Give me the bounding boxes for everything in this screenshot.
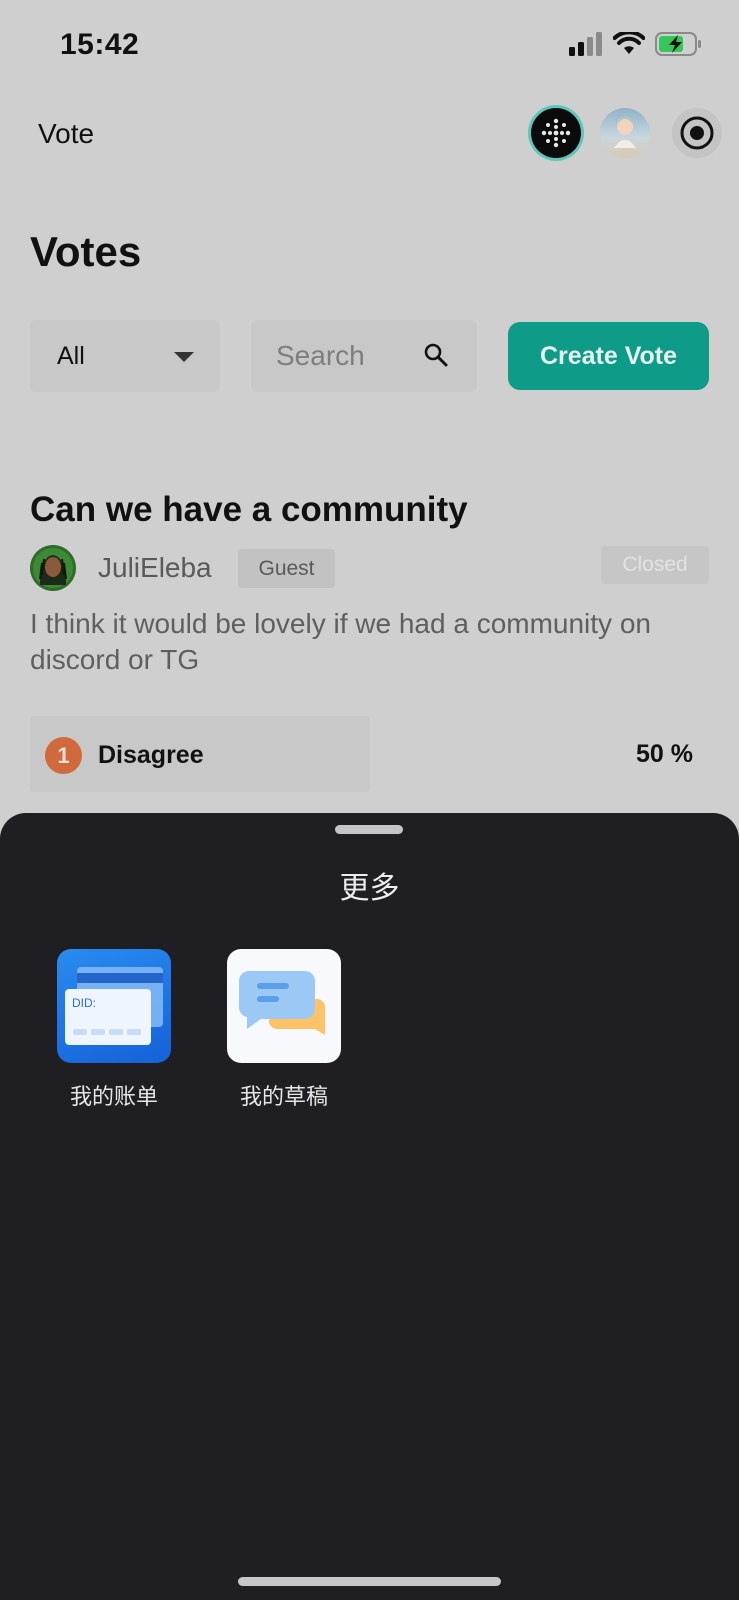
option-index-badge: 1 (45, 737, 82, 774)
app-logo-button[interactable] (531, 108, 581, 158)
role-badge: Guest (238, 549, 335, 588)
filter-selected-value: All (57, 342, 85, 370)
search-icon[interactable] (423, 342, 449, 368)
create-vote-button[interactable]: Create Vote (508, 322, 709, 390)
status-time: 15:42 (60, 28, 140, 61)
status-bar: 15:42 (0, 0, 739, 92)
page-title: Votes (30, 228, 142, 275)
top-nav: Vote (0, 100, 739, 170)
battery-charging-icon (655, 32, 701, 56)
option-label: Disagree (98, 741, 204, 769)
author-name[interactable]: JuliEleba (98, 552, 212, 584)
sheet-drag-handle[interactable] (335, 825, 403, 834)
bill-card-icon: DID: (57, 949, 171, 1063)
avatar (30, 545, 76, 591)
avatar (600, 108, 650, 158)
home-indicator (238, 1577, 501, 1586)
user-avatar-button[interactable] (600, 108, 650, 158)
filter-dropdown[interactable]: All (30, 320, 220, 392)
search-box (251, 320, 477, 392)
more-bottom-sheet: 更多 DID: 我的账单 我的草稿 (0, 813, 739, 1600)
dot-grid-logo-icon (541, 118, 571, 148)
status-badge: Closed (601, 546, 709, 584)
sheet-item-drafts[interactable]: 我的草稿 (214, 949, 354, 1111)
sheet-item-bills[interactable]: DID: 我的账单 (44, 949, 184, 1111)
record-circle-icon (680, 116, 714, 150)
sheet-item-label: 我的账单 (69, 1084, 158, 1109)
author-avatar[interactable] (30, 545, 76, 591)
signal-icon (569, 32, 602, 56)
sheet-title: 更多 (339, 872, 400, 905)
search-input[interactable] (276, 338, 416, 374)
option-percent: 50 % (636, 740, 693, 768)
vote-option-row[interactable]: 1 Disagree (30, 716, 370, 792)
status-icons (569, 32, 703, 56)
caret-down-icon (174, 352, 194, 362)
vote-description: I think it would be lovely if we had a c… (30, 608, 651, 675)
svg-text:DID:: DID: (72, 996, 96, 1010)
wifi-icon (613, 32, 645, 54)
vote-title[interactable]: Can we have a community (30, 490, 468, 530)
draft-chat-icon (227, 949, 341, 1063)
record-button[interactable] (672, 108, 722, 158)
sheet-item-label: 我的草稿 (239, 1084, 328, 1109)
nav-title: Vote (38, 118, 95, 149)
